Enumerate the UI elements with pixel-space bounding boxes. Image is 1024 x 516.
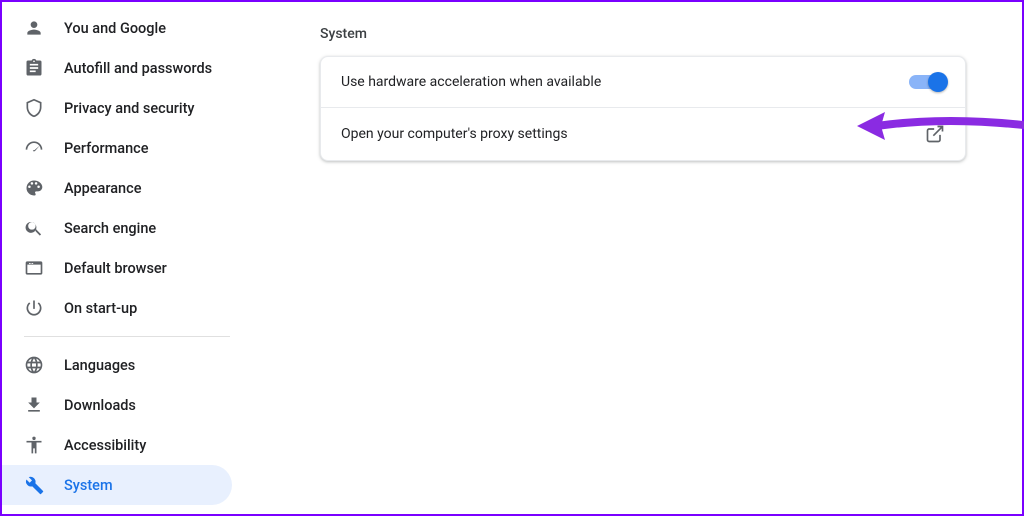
sidebar-item-label: Appearance — [64, 180, 141, 197]
sidebar-item-label: Privacy and security — [64, 100, 195, 117]
person-icon — [24, 18, 44, 38]
shield-icon — [24, 98, 44, 118]
sidebar-item-label: Search engine — [64, 220, 156, 237]
wrench-icon — [24, 475, 44, 495]
sidebar-item-accessibility[interactable]: Accessibility — [2, 425, 232, 465]
toggle-knob — [928, 72, 948, 92]
sidebar-item-appearance[interactable]: Appearance — [2, 168, 232, 208]
sidebar-divider — [24, 336, 230, 337]
sidebar-item-on-startup[interactable]: On start-up — [2, 288, 232, 328]
sidebar-item-label: Default browser — [64, 260, 167, 277]
sidebar-item-label: On start-up — [64, 300, 137, 317]
external-link-icon — [925, 124, 945, 144]
sidebar-item-you-and-google[interactable]: You and Google — [2, 8, 232, 48]
main-content: System Use hardware acceleration when av… — [252, 2, 1022, 514]
sidebar-item-label: Downloads — [64, 397, 136, 414]
sidebar-item-search-engine[interactable]: Search engine — [2, 208, 232, 248]
proxy-settings-row[interactable]: Open your computer's proxy settings — [321, 107, 965, 160]
hardware-acceleration-row[interactable]: Use hardware acceleration when available — [321, 57, 965, 107]
sidebar-item-label: Performance — [64, 140, 149, 157]
sidebar-item-default-browser[interactable]: Default browser — [2, 248, 232, 288]
sidebar-item-system[interactable]: System — [2, 465, 232, 505]
hardware-acceleration-toggle[interactable] — [909, 75, 945, 89]
row-label: Use hardware acceleration when available — [341, 74, 601, 90]
row-label: Open your computer's proxy settings — [341, 126, 568, 142]
download-icon — [24, 395, 44, 415]
sidebar-item-label: System — [64, 477, 113, 494]
system-settings-card: Use hardware acceleration when available… — [320, 56, 966, 161]
power-icon — [24, 298, 44, 318]
clipboard-icon — [24, 58, 44, 78]
settings-sidebar: You and Google Autofill and passwords Pr… — [2, 2, 252, 514]
sidebar-item-reset[interactable]: Reset settings — [2, 505, 232, 514]
sidebar-item-privacy[interactable]: Privacy and security — [2, 88, 232, 128]
sidebar-item-autofill[interactable]: Autofill and passwords — [2, 48, 232, 88]
globe-icon — [24, 355, 44, 375]
sidebar-item-downloads[interactable]: Downloads — [2, 385, 232, 425]
sidebar-item-label: Accessibility — [64, 437, 146, 454]
search-icon — [24, 218, 44, 238]
sidebar-item-languages[interactable]: Languages — [2, 345, 232, 385]
sidebar-item-performance[interactable]: Performance — [2, 128, 232, 168]
speed-icon — [24, 138, 44, 158]
section-title: System — [320, 26, 966, 42]
sidebar-item-label: You and Google — [64, 20, 166, 37]
sidebar-item-label: Languages — [64, 357, 135, 374]
sidebar-item-label: Autofill and passwords — [64, 60, 212, 77]
palette-icon — [24, 178, 44, 198]
accessibility-icon — [24, 435, 44, 455]
browser-icon — [24, 258, 44, 278]
